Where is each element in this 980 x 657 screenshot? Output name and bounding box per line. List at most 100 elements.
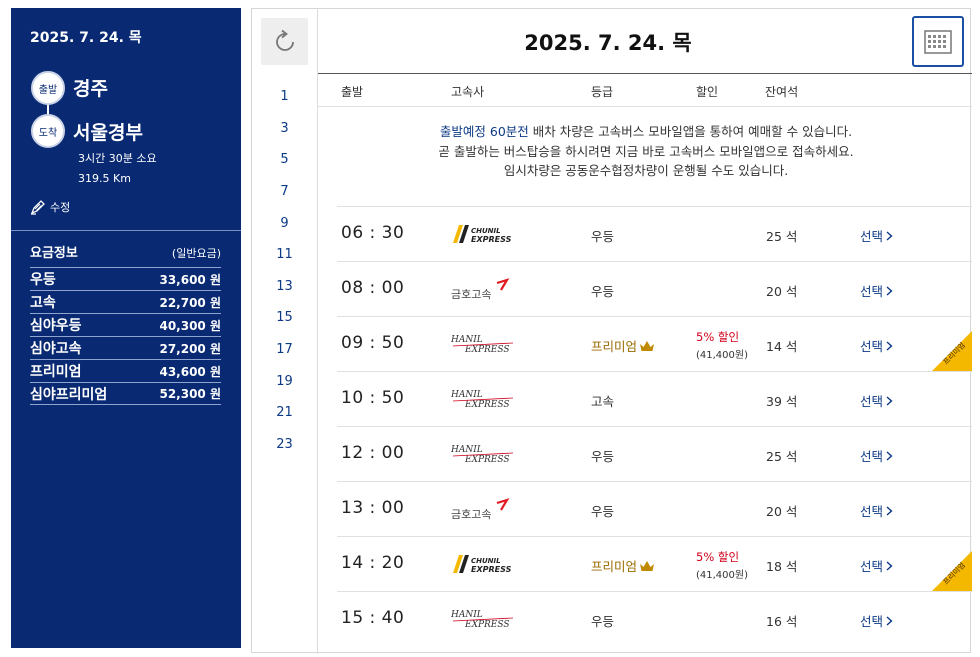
hour-link[interactable]: 21 <box>252 397 317 429</box>
bus-grade: 우등 <box>591 611 614 630</box>
select-label: 선택 <box>860 394 884 409</box>
company-logo: HANIL EXPRESS <box>451 386 521 412</box>
notice-text: 출발예정 60분전 배차 차량은 고속버스 모바일앱을 통하여 예매할 수 있습… <box>336 122 956 181</box>
chevron-right-icon <box>886 560 893 571</box>
select-label: 선택 <box>860 284 884 299</box>
logo-text: EXPRESS <box>464 455 510 465</box>
discount-rate: 5% 할인 <box>696 330 740 344</box>
company-logo: CHUNIL EXPRESS <box>451 551 521 577</box>
table-header: 출발 고속사 등급 할인 잔여석 <box>318 74 972 107</box>
departure-time: 10 : 50 <box>341 388 405 408</box>
bus-row: 15 : 40 HANIL EXPRESS 우등 16 석 선택 <box>337 591 972 646</box>
departure-time: 14 : 20 <box>341 553 405 573</box>
hour-link[interactable]: 9 <box>252 207 317 239</box>
hour-link[interactable]: 13 <box>252 271 317 303</box>
logo-text: EXPRESS <box>464 400 510 410</box>
fare-price: 22,700 원 <box>159 295 221 310</box>
notice-line2: 곧 출발하는 버스탑승을 하시려면 지금 바로 고속버스 모바일앱으로 접속하세… <box>438 143 854 159</box>
bus-row: 12 : 00 HANIL EXPRESS 우등 25 석 선택 <box>337 426 972 481</box>
select-button[interactable]: 선택 <box>860 391 893 410</box>
remaining-seats: 18 석 <box>766 559 798 574</box>
bus-row: 13 : 00 금호고속 우등 20 석 선택 <box>337 481 972 536</box>
grade-label: 고속 <box>591 394 615 409</box>
hour-link[interactable]: 23 <box>252 429 317 461</box>
discount-rate: 5% 할인 <box>696 550 740 564</box>
select-button[interactable]: 선택 <box>860 281 893 300</box>
company-logo: 금호고속 <box>451 276 521 302</box>
select-label: 선택 <box>860 229 884 244</box>
bus-grade: 프리미엄 <box>591 556 655 575</box>
departure-badge: 출발 <box>31 71 65 105</box>
chevron-right-icon <box>886 395 893 406</box>
fare-row: 심야고속 27,200 원 <box>30 336 221 359</box>
calendar-button[interactable] <box>912 16 964 67</box>
fare-info-title: 요금정보 <box>30 246 78 261</box>
select-button[interactable]: 선택 <box>860 611 893 630</box>
departure-time: 15 : 40 <box>341 608 405 628</box>
bus-row: 14 : 20 CHUNIL EXPRESS 프리미엄 5% 할인 (41,40… <box>337 536 972 591</box>
crown-icon <box>639 560 655 572</box>
arrival-terminal: 서울경부 <box>73 122 143 144</box>
departure-terminal: 경주 <box>73 78 108 100</box>
hour-link[interactable]: 1 <box>252 81 317 113</box>
hour-link[interactable]: 11 <box>252 239 317 271</box>
select-button[interactable]: 선택 <box>860 556 893 575</box>
selected-date: 2025. 7. 24. 목 <box>30 30 142 46</box>
fare-name: 우등 <box>30 272 56 288</box>
select-label: 선택 <box>860 614 884 629</box>
select-label: 선택 <box>860 559 884 574</box>
hour-link[interactable]: 3 <box>252 113 317 145</box>
trip-distance: 319.5 Km <box>78 172 131 185</box>
departure-time: 12 : 00 <box>341 443 405 463</box>
logo-text: HANIL <box>451 335 483 345</box>
edit-route-button[interactable]: 수정 <box>30 199 70 215</box>
page-title: 2025. 7. 24. 목 <box>524 30 692 55</box>
hour-link[interactable]: 5 <box>252 144 317 176</box>
divider <box>11 230 241 231</box>
remaining-seats: 14 석 <box>766 339 798 354</box>
select-label: 선택 <box>860 504 884 519</box>
grade-label: 우등 <box>591 229 615 244</box>
logo-text: HANIL <box>451 390 483 400</box>
grade-label: 프리미엄 <box>591 339 638 354</box>
pencil-icon <box>30 199 46 215</box>
fare-list: 우등 33,600 원 고속 22,700 원 심야우등 40,300 원 심야고속 … <box>30 267 221 405</box>
discount-price: (41,400원) <box>696 350 748 361</box>
remaining-seats: 16 석 <box>766 614 798 629</box>
bus-row: 10 : 50 HANIL EXPRESS 고속 39 석 선택 <box>337 371 972 426</box>
timetable-panel: 2025. 7. 24. 목 1 3 5 7 9 11 13 15 17 19 21 23 출발 고속… <box>251 8 972 654</box>
departure-time: 09 : 50 <box>341 333 405 353</box>
hour-link[interactable]: 17 <box>252 334 317 366</box>
grade-label: 우등 <box>591 614 615 629</box>
col-departure: 출발 <box>341 85 364 99</box>
remaining-seats: 25 석 <box>766 449 798 464</box>
hour-link[interactable]: 15 <box>252 302 317 334</box>
select-button[interactable]: 선택 <box>860 501 893 520</box>
logo-text: CHUNIL <box>471 557 501 565</box>
fare-price: 40,300 원 <box>159 318 221 333</box>
grade-label: 프리미엄 <box>591 559 638 574</box>
premium-ribbon: 프리미엄 <box>932 331 972 371</box>
bus-grade: 고속 <box>591 391 614 410</box>
grade-label: 우등 <box>591 284 615 299</box>
edit-label: 수정 <box>50 201 71 214</box>
chevron-right-icon <box>886 230 893 241</box>
discount-price: (41,400원) <box>696 570 748 581</box>
select-button[interactable]: 선택 <box>860 336 893 355</box>
notice-line3: 임시차량은 공동운수협정차량이 운행될 수도 있습니다. <box>503 163 789 178</box>
select-button[interactable]: 선택 <box>860 446 893 465</box>
refresh-button[interactable] <box>261 18 308 65</box>
chevron-right-icon <box>886 450 893 461</box>
bus-grade: 우등 <box>591 501 614 520</box>
hour-link[interactable]: 7 <box>252 176 317 208</box>
calendar-icon <box>924 29 952 54</box>
company-logo: HANIL EXPRESS <box>451 606 521 632</box>
select-button[interactable]: 선택 <box>860 226 893 245</box>
grade-label: 우등 <box>591 449 615 464</box>
logo-text: EXPRESS <box>471 565 512 574</box>
notice-line1: 배차 차량은 고속버스 모바일앱을 통하여 예매할 수 있습니다. <box>528 124 853 139</box>
bus-grade: 우등 <box>591 226 614 245</box>
chevron-right-icon <box>886 285 893 296</box>
hour-link[interactable]: 19 <box>252 365 317 397</box>
logo-text: HANIL <box>451 445 483 455</box>
